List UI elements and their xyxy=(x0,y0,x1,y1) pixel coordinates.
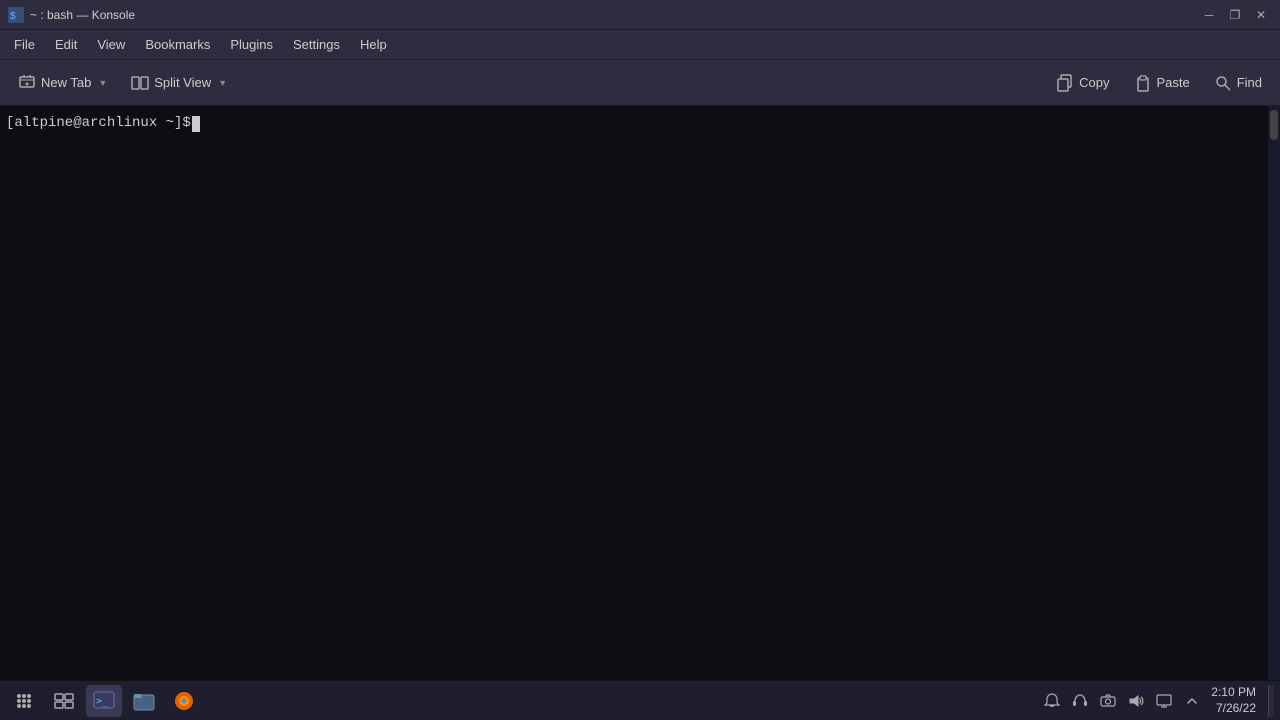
svg-text:>_: >_ xyxy=(96,696,109,707)
menu-view[interactable]: View xyxy=(87,33,135,56)
window-title: ~ : bash — Konsole xyxy=(30,8,135,22)
task-switcher-button[interactable] xyxy=(46,685,82,717)
prompt-text: [altpine@archlinux ~]$ xyxy=(6,114,191,134)
close-button[interactable]: ✕ xyxy=(1250,4,1272,26)
find-icon xyxy=(1214,74,1232,92)
toolbar-right: Copy Paste Find xyxy=(1046,65,1272,101)
split-view-dropdown-icon[interactable]: ▼ xyxy=(218,78,227,88)
menu-settings[interactable]: Settings xyxy=(283,33,350,56)
minimize-button[interactable]: ─ xyxy=(1198,4,1220,26)
system-clock[interactable]: 2:10 PM 7/26/22 xyxy=(1211,685,1256,716)
paste-label: Paste xyxy=(1156,75,1189,90)
apps-grid-button[interactable] xyxy=(6,685,42,717)
menu-edit[interactable]: Edit xyxy=(45,33,87,56)
konsole-taskbar-button[interactable]: >_ xyxy=(86,685,122,717)
volume-tray-icon[interactable] xyxy=(1125,690,1147,712)
find-button[interactable]: Find xyxy=(1204,65,1272,101)
menu-help[interactable]: Help xyxy=(350,33,397,56)
display-tray-icon[interactable] xyxy=(1153,690,1175,712)
terminal-prompt: [altpine@archlinux ~]$ xyxy=(6,114,1262,134)
copy-label: Copy xyxy=(1079,75,1109,90)
taskbar-left: >_ xyxy=(6,685,202,717)
scrollbar-thumb[interactable] xyxy=(1270,110,1278,140)
title-bar-controls: ─ ❐ ✕ xyxy=(1198,4,1272,26)
menu-bookmarks[interactable]: Bookmarks xyxy=(135,33,220,56)
show-desktop-button[interactable] xyxy=(1268,685,1274,717)
paste-icon xyxy=(1133,74,1151,92)
terminal-area[interactable]: [altpine@archlinux ~]$ xyxy=(0,106,1268,680)
system-tray xyxy=(1041,690,1203,712)
tray-expand-icon[interactable] xyxy=(1181,690,1203,712)
restore-button[interactable]: ❐ xyxy=(1224,4,1246,26)
app-icon: $ xyxy=(8,7,24,23)
file-manager-button[interactable] xyxy=(126,685,162,717)
terminal-cursor xyxy=(192,116,200,132)
copy-button[interactable]: Copy xyxy=(1046,65,1119,101)
split-view-icon xyxy=(131,74,149,92)
camera-tray-icon[interactable] xyxy=(1097,690,1119,712)
split-view-button[interactable]: Split View ▼ xyxy=(121,65,237,101)
audio-headset-tray-icon[interactable] xyxy=(1069,690,1091,712)
clock-time: 2:10 PM xyxy=(1211,685,1256,701)
notifications-tray-icon[interactable] xyxy=(1041,690,1063,712)
split-view-label: Split View xyxy=(154,75,211,90)
terminal-container[interactable]: [altpine@archlinux ~]$ xyxy=(0,106,1280,680)
title-bar: $ ~ : bash — Konsole ─ ❐ ✕ xyxy=(0,0,1280,30)
menu-plugins[interactable]: Plugins xyxy=(220,33,283,56)
new-tab-icon xyxy=(18,74,36,92)
scrollbar-track[interactable] xyxy=(1268,106,1280,680)
toolbar: New Tab ▼ Split View ▼ Copy xyxy=(0,60,1280,106)
svg-text:$: $ xyxy=(10,11,16,22)
paste-button[interactable]: Paste xyxy=(1123,65,1199,101)
title-bar-left: $ ~ : bash — Konsole xyxy=(8,7,135,23)
firefox-button[interactable] xyxy=(166,685,202,717)
menu-bar: File Edit View Bookmarks Plugins Setting… xyxy=(0,30,1280,60)
taskbar: >_ xyxy=(0,680,1280,720)
new-tab-dropdown-icon[interactable]: ▼ xyxy=(98,78,107,88)
taskbar-right: 2:10 PM 7/26/22 xyxy=(1041,685,1274,717)
new-tab-label: New Tab xyxy=(41,75,91,90)
menu-file[interactable]: File xyxy=(4,33,45,56)
find-label: Find xyxy=(1237,75,1262,90)
new-tab-button[interactable]: New Tab ▼ xyxy=(8,65,117,101)
clock-date: 7/26/22 xyxy=(1216,701,1256,717)
copy-icon xyxy=(1056,74,1074,92)
